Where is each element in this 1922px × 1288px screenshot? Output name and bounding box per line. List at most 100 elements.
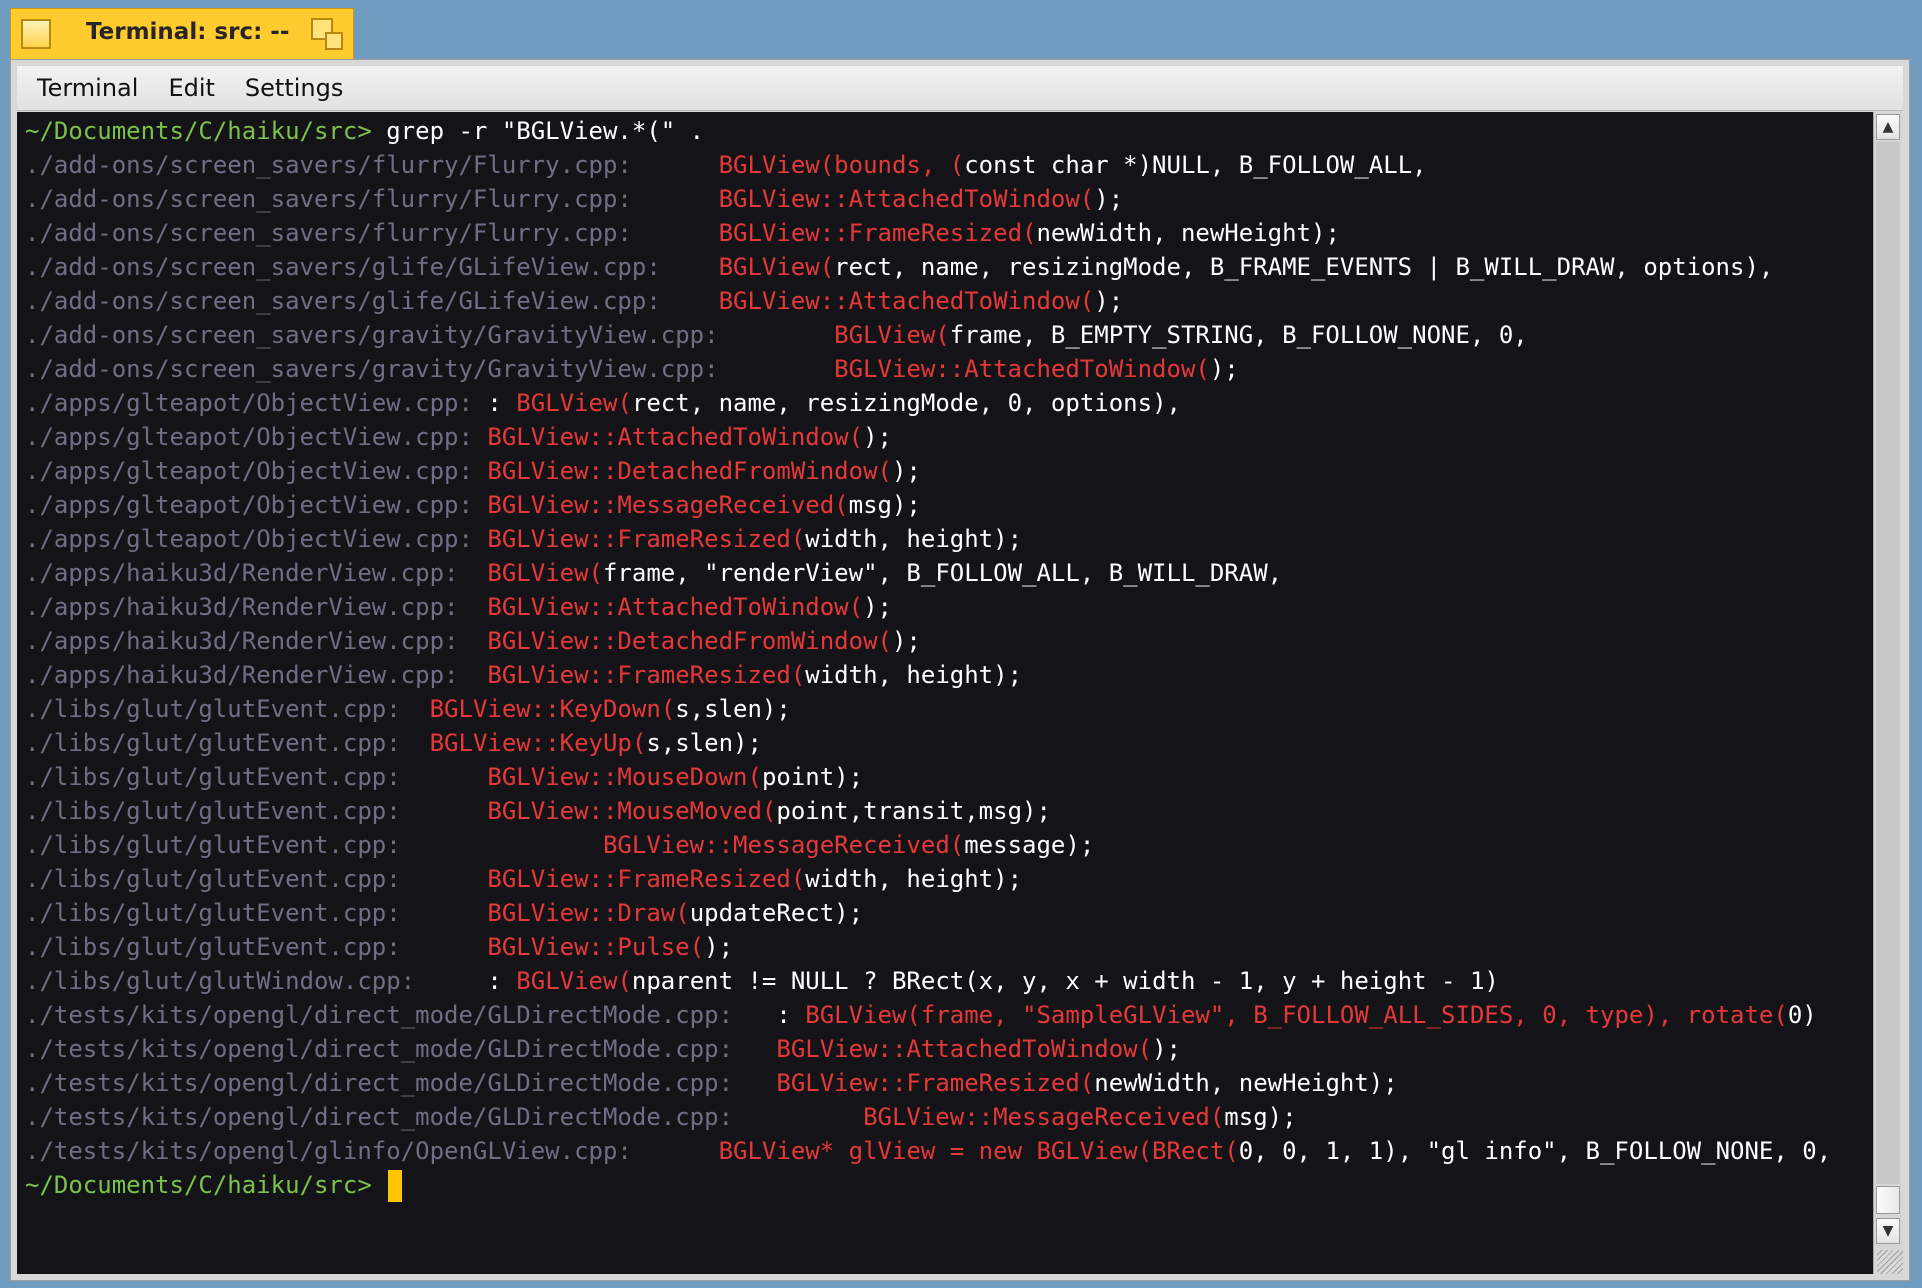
- spacing: [401, 933, 488, 961]
- menu-bar: Terminal Edit Settings: [17, 66, 1903, 111]
- match-text: BGLView::AttachedToWindow(: [718, 287, 1095, 315]
- menu-terminal[interactable]: Terminal: [17, 66, 153, 110]
- code-text: );: [891, 457, 921, 485]
- match-text: BGLView(: [516, 389, 632, 417]
- spacing: [473, 525, 487, 553]
- file-path: ./tests/kits/opengl/glinfo/OpenGLView.cp…: [25, 1137, 632, 1165]
- input-line[interactable]: ~/Documents/C/haiku/src>: [25, 1168, 1831, 1202]
- code-text: );: [1094, 287, 1124, 315]
- code-text: 0): [1787, 1001, 1817, 1029]
- spacing: [473, 457, 487, 485]
- match-text: BGLView(frame, "SampleGLView", B_FOLLOW_…: [805, 1001, 1788, 1029]
- file-path: ./apps/glteapot/ObjectView.cpp:: [25, 525, 473, 553]
- code-text: );: [863, 593, 892, 621]
- file-path: ./tests/kits/opengl/direct_mode/GLDirect…: [25, 1001, 734, 1029]
- file-path: ./add-ons/screen_savers/glife/GLifeView.…: [25, 287, 661, 315]
- match-text: BGLView::KeyUp(: [429, 729, 647, 757]
- vertical-scrollbar[interactable]: ▲ ▼: [1873, 112, 1903, 1274]
- code-text: const char *)NULL, B_FOLLOW_ALL,: [964, 151, 1427, 179]
- match-text: BGLView::FrameResized(: [487, 525, 806, 553]
- up-arrow-icon[interactable]: ▲: [1876, 114, 1900, 140]
- menu-settings[interactable]: Settings: [230, 66, 358, 110]
- grep-result-line: ./add-ons/screen_savers/gravity/GravityV…: [25, 352, 1831, 386]
- code-text: point,transit,msg);: [776, 797, 1051, 825]
- grep-result-line: ./libs/glut/glutEvent.cpp: BGLView::Fram…: [25, 862, 1831, 896]
- spacing: [401, 831, 603, 859]
- code-text: :: [776, 1001, 806, 1029]
- match-text: BGLView(: [487, 559, 603, 587]
- spacing: [473, 491, 487, 519]
- match-text: BGLView* glView = new BGLView(BRect(: [718, 1137, 1239, 1165]
- down-arrow-icon[interactable]: ▼: [1876, 1218, 1900, 1244]
- spacing: [401, 763, 488, 791]
- file-path: ./add-ons/screen_savers/flurry/Flurry.cp…: [25, 185, 632, 213]
- spacing: [415, 967, 487, 995]
- code-text: width, height);: [805, 661, 1023, 689]
- file-path: ./libs/glut/glutEvent.cpp:: [25, 899, 401, 927]
- terminal-output[interactable]: ~/Documents/C/haiku/src> grep -r "BGLVie…: [17, 112, 1875, 1274]
- resize-handle[interactable]: [1877, 1250, 1903, 1274]
- code-text: rect, name, resizingMode, B_FRAME_EVENTS…: [834, 253, 1774, 281]
- grep-result-line: ./tests/kits/opengl/direct_mode/GLDirect…: [25, 1032, 1831, 1066]
- match-text: BGLView::MouseMoved(: [487, 797, 777, 825]
- command-text: grep -r "BGLView.*(" .: [386, 117, 705, 145]
- spacing: [401, 865, 488, 893]
- code-text: msg);: [848, 491, 921, 519]
- match-text: BGLView::FrameResized(: [487, 661, 806, 689]
- shell-prompt-current: ~/Documents/C/haiku/src>: [25, 1171, 372, 1199]
- match-text: BGLView::DetachedFromWindow(: [487, 627, 892, 655]
- file-path: ./libs/glut/glutEvent.cpp:: [25, 831, 401, 859]
- file-path: ./add-ons/screen_savers/glife/GLifeView.…: [25, 253, 661, 281]
- code-text: frame, B_EMPTY_STRING, B_FOLLOW_NONE, 0,: [949, 321, 1528, 349]
- file-path: ./libs/glut/glutEvent.cpp:: [25, 933, 401, 961]
- window-tab[interactable]: Terminal: src: --: [10, 8, 354, 60]
- code-text: :: [487, 389, 517, 417]
- grep-result-line: ./tests/kits/opengl/direct_mode/GLDirect…: [25, 998, 1831, 1032]
- spacing: [473, 423, 487, 451]
- match-text: BGLView(bounds, (: [718, 151, 965, 179]
- spacing: [458, 661, 487, 689]
- spacing: [401, 899, 488, 927]
- scroll-thumb[interactable]: [1876, 1186, 1900, 1214]
- file-path: ./libs/glut/glutEvent.cpp:: [25, 797, 401, 825]
- file-path: ./libs/glut/glutWindow.cpp:: [25, 967, 416, 995]
- spacing: [632, 151, 719, 179]
- grep-result-line: ./tests/kits/opengl/direct_mode/GLDirect…: [25, 1066, 1831, 1100]
- grep-result-line: ./libs/glut/glutEvent.cpp: BGLView::KeyD…: [25, 692, 1831, 726]
- match-text: BGLView(: [834, 321, 950, 349]
- file-path: ./apps/haiku3d/RenderView.cpp:: [25, 627, 459, 655]
- code-text: );: [891, 627, 921, 655]
- file-path: ./apps/haiku3d/RenderView.cpp:: [25, 559, 459, 587]
- spacing: [661, 287, 719, 315]
- match-text: BGLView::MessageReceived(: [863, 1103, 1225, 1131]
- spacing: [632, 1137, 719, 1165]
- code-text: );: [704, 933, 734, 961]
- zoom-icon[interactable]: [311, 18, 343, 50]
- code-text: nparent != NULL ? BRect(x, y, x + width …: [631, 967, 1499, 995]
- code-text: newWidth, newHeight);: [1094, 1069, 1398, 1097]
- file-path: ./add-ons/screen_savers/gravity/GravityV…: [25, 355, 719, 383]
- spacing: [473, 389, 487, 417]
- file-path: ./add-ons/screen_savers/flurry/Flurry.cp…: [25, 219, 632, 247]
- close-box-icon[interactable]: [21, 19, 51, 49]
- scroll-track[interactable]: [1876, 142, 1900, 1184]
- code-text: newWidth, newHeight);: [1036, 219, 1340, 247]
- grep-result-line: ./tests/kits/opengl/glinfo/OpenGLView.cp…: [25, 1134, 1831, 1168]
- file-path: ./add-ons/screen_savers/flurry/Flurry.cp…: [25, 151, 632, 179]
- code-text: rect, name, resizingMode, 0, options),: [631, 389, 1181, 417]
- menu-edit[interactable]: Edit: [153, 66, 229, 110]
- spacing: [661, 253, 719, 281]
- match-text: BGLView::Pulse(: [487, 933, 705, 961]
- spacing: [401, 729, 430, 757]
- grep-result-line: ./apps/glteapot/ObjectView.cpp: BGLView:…: [25, 454, 1831, 488]
- grep-result-line: ./libs/glut/glutEvent.cpp: BGLView::Mous…: [25, 760, 1831, 794]
- match-text: BGLView::MessageReceived(: [487, 491, 849, 519]
- code-text: s,slen);: [646, 729, 762, 757]
- grep-result-line: ./add-ons/screen_savers/gravity/GravityV…: [25, 318, 1831, 352]
- file-path: ./add-ons/screen_savers/gravity/GravityV…: [25, 321, 719, 349]
- file-path: ./apps/glteapot/ObjectView.cpp:: [25, 491, 473, 519]
- grep-result-line: ./add-ons/screen_savers/flurry/Flurry.cp…: [25, 182, 1831, 216]
- spacing: [719, 355, 835, 383]
- code-text: );: [1152, 1035, 1181, 1063]
- spacing: [733, 1001, 776, 1029]
